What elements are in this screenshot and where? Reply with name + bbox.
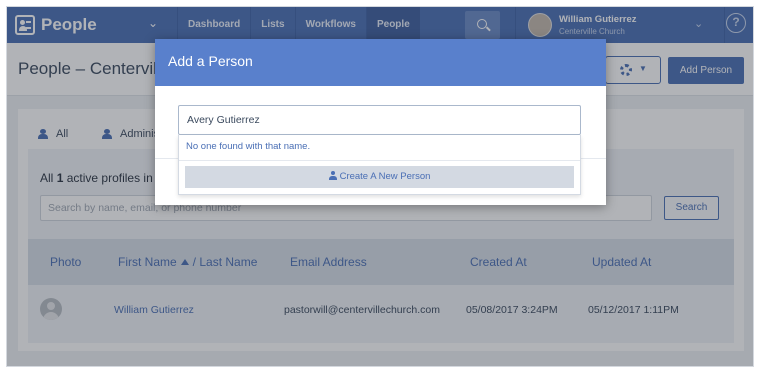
- modal-title: Add a Person: [155, 39, 606, 86]
- person-icon: [328, 171, 337, 180]
- person-name-input[interactable]: Avery Gutierrez: [178, 105, 581, 135]
- search-suggestions: No one found with that name. Create A Ne…: [178, 135, 581, 195]
- no-results-text: No one found with that name.: [186, 141, 311, 152]
- app-window: People ⌄ Dashboard Lists Workflows Peopl…: [6, 6, 754, 367]
- add-person-modal: Add a Person Avery Gutierrez No one foun…: [155, 39, 606, 205]
- create-new-person-label: Create A New Person: [339, 171, 431, 182]
- create-new-person-button[interactable]: Create A New Person: [185, 166, 574, 188]
- divider: [179, 160, 580, 161]
